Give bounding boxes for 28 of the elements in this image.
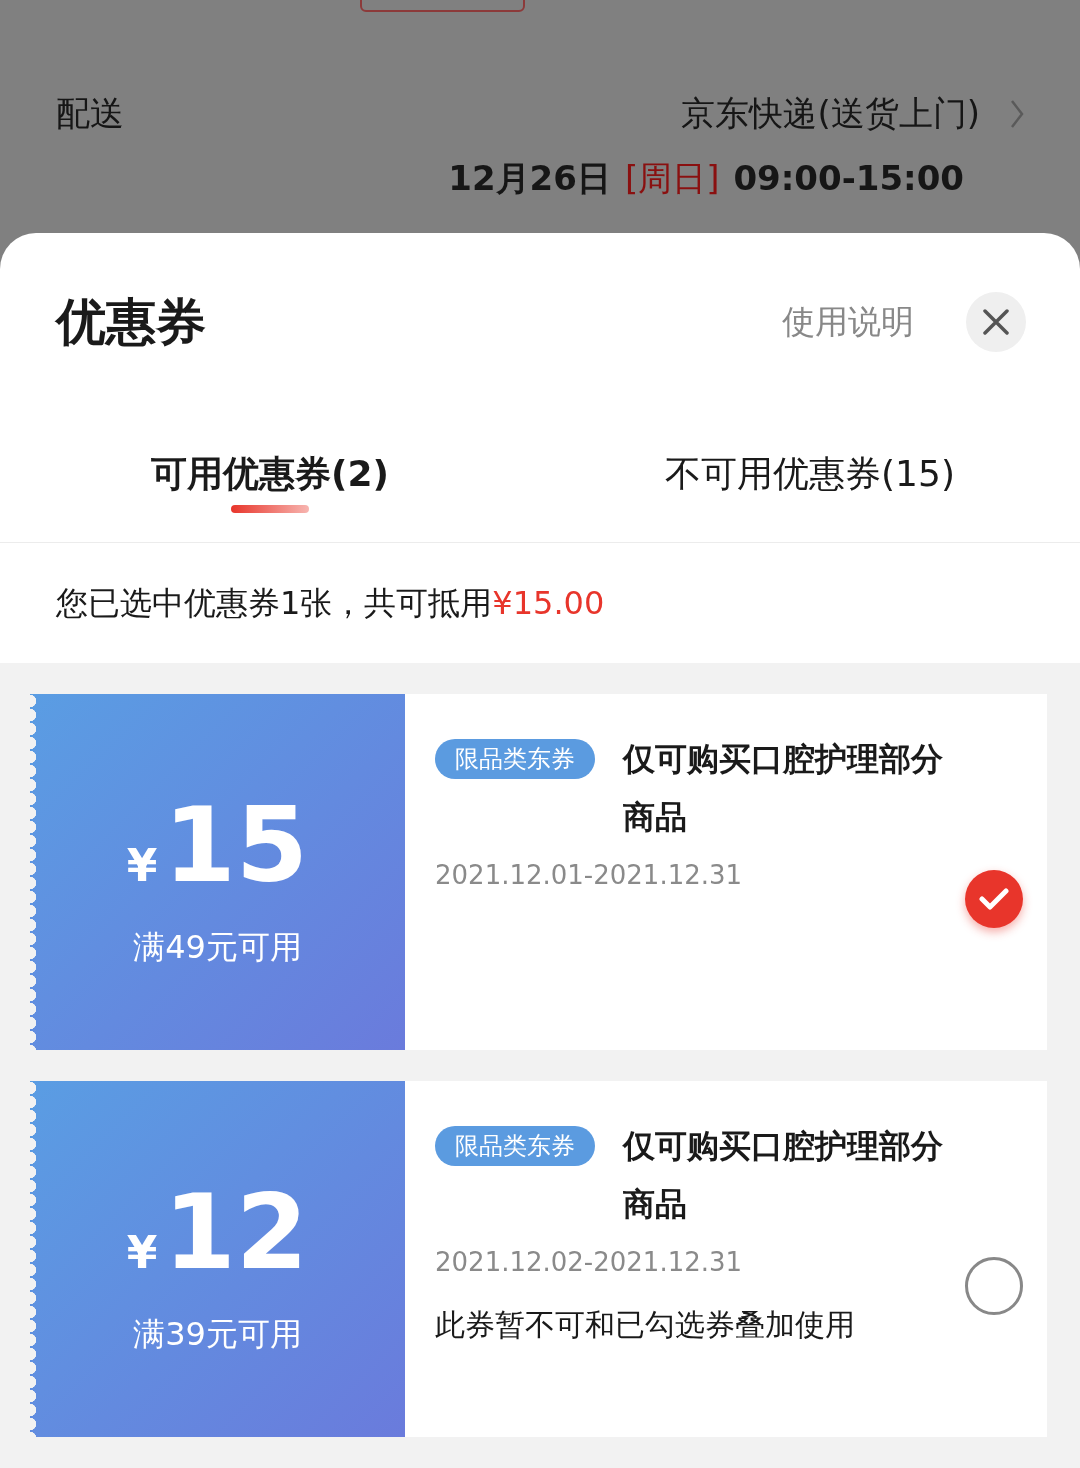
usage-instructions-link[interactable]: 使用说明	[782, 297, 914, 347]
check-icon	[979, 888, 1009, 910]
select-checkbox[interactable]	[965, 1257, 1023, 1315]
coupon-tab[interactable]: 不可用优惠券(15)	[540, 435, 1080, 543]
coupon-condition: 满39元可用	[133, 1314, 302, 1355]
close-icon	[983, 309, 1009, 335]
coupon-amount: 12	[163, 1180, 309, 1284]
coupon-title: 仅可购买口腔护理部分商品	[623, 1126, 944, 1225]
validity-dates: 2021.12.01-2021.12.31	[435, 859, 744, 892]
category-tag: 限品类东券	[435, 739, 595, 779]
delivery-label: 配送	[56, 92, 124, 135]
select-checkbox[interactable]	[965, 870, 1023, 928]
coupon-note: 此券暂不可和已勾选券叠加使用	[435, 1306, 856, 1344]
sheet-title: 优惠券	[56, 291, 206, 353]
summary-text: 您已选中优惠券1张，共可抵用	[56, 583, 493, 624]
delivery-method[interactable]: 京东快递(送货上门)	[681, 88, 980, 139]
coupon-condition: 满49元可用	[133, 927, 302, 968]
category-tag: 限品类东券	[435, 1126, 595, 1166]
coupon-amount: 15	[163, 793, 309, 897]
currency-sign: ¥	[126, 839, 158, 893]
discount-amount: ¥15.00	[492, 583, 605, 624]
coupon-tab[interactable]: 可用优惠券(2)	[0, 435, 540, 543]
currency-sign: ¥	[126, 1226, 158, 1280]
coupon-title: 仅可购买口腔护理部分商品	[623, 739, 944, 838]
validity-dates: 2021.12.02-2021.12.31	[435, 1246, 744, 1279]
delivery-weekday: [周日]	[624, 157, 720, 200]
delivery-date: 12月26日	[448, 157, 611, 200]
delivery-time: 09:00-15:00	[733, 157, 964, 200]
